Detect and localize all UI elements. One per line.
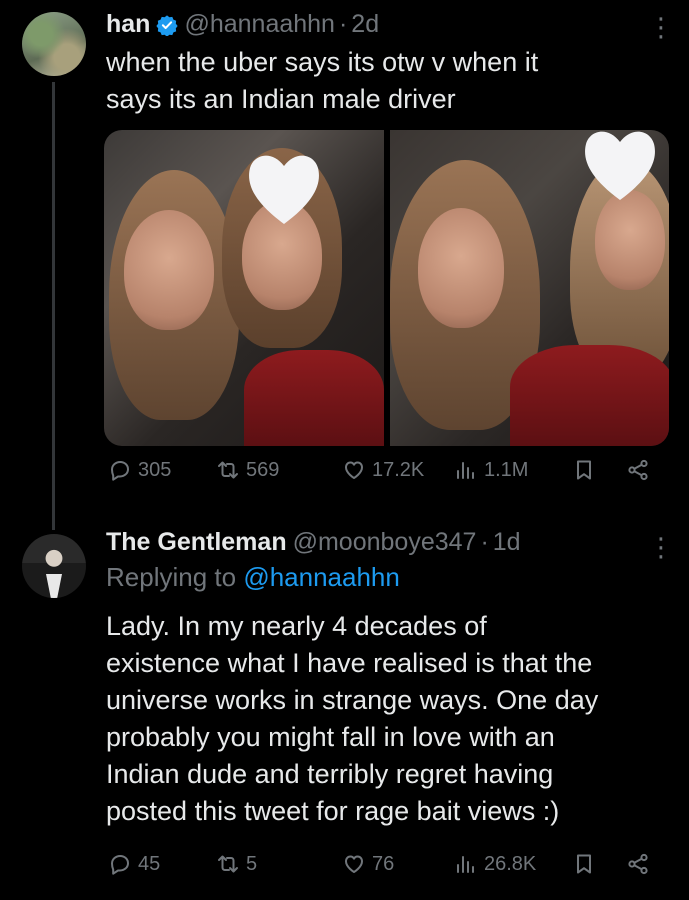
verified-badge-icon — [156, 14, 179, 36]
share-button[interactable] — [626, 852, 650, 876]
reply-header: The Gentleman @moonboye347 · 1d — [106, 528, 521, 557]
views-button[interactable]: 1.1M — [454, 458, 528, 482]
reply-text-line: existence what I have realised is that t… — [106, 648, 593, 678]
reply-count: 305 — [138, 458, 172, 481]
bookmark-icon — [577, 854, 591, 874]
views-button[interactable]: 26.8K — [454, 852, 536, 876]
reply-text: Lady. In my nearly 4 decades of existenc… — [106, 608, 598, 830]
retweet-button[interactable]: 5 — [216, 852, 257, 876]
views-icon — [457, 856, 474, 873]
retweet-count: 569 — [246, 458, 280, 481]
retweet-icon — [218, 855, 238, 873]
replying-to-mention[interactable]: @hannaahhn — [243, 562, 400, 592]
reply-text-line: Indian dude and terribly regret having — [106, 759, 554, 789]
separator-dot: · — [338, 10, 348, 38]
reply-count: 45 — [138, 852, 161, 875]
replying-to: Replying to @hannaahhn — [106, 562, 400, 593]
like-count: 76 — [372, 852, 395, 875]
reply-author-handle[interactable]: @moonboye347 — [293, 528, 477, 557]
thread-connector — [52, 82, 55, 530]
heart-sticker — [584, 131, 655, 200]
reply-icon — [111, 855, 129, 875]
tweet-text: when the uber says its otw v when it say… — [106, 44, 538, 118]
share-icon — [628, 459, 648, 481]
like-icon — [345, 461, 363, 479]
heart-sticker — [249, 155, 319, 224]
like-button[interactable]: 17.2K — [342, 458, 424, 482]
reply-icon — [111, 461, 129, 481]
tweet-header: han @hannaahhn · 2d — [106, 10, 379, 39]
author-handle[interactable]: @hannaahhn — [184, 10, 335, 39]
bookmark-icon — [577, 460, 591, 480]
share-button[interactable] — [626, 458, 650, 482]
author-avatar[interactable] — [22, 12, 86, 76]
reply-text-line: Lady. In my nearly 4 decades of — [106, 611, 487, 641]
reply-button[interactable]: 45 — [108, 852, 160, 876]
more-icon[interactable]: ⋮ — [648, 14, 674, 40]
tweet-text-line: when the uber says its otw v when it — [106, 47, 539, 77]
media-photo-1[interactable] — [104, 130, 384, 446]
like-button[interactable]: 76 — [342, 852, 394, 876]
share-icon — [628, 853, 648, 875]
like-icon — [345, 855, 363, 873]
tweet-time[interactable]: 2d — [351, 10, 379, 39]
reply-text-line: posted this tweet for rage bait views :) — [106, 796, 560, 826]
reply-button[interactable]: 305 — [108, 458, 171, 482]
views-icon — [457, 462, 474, 479]
bookmark-button[interactable] — [572, 852, 596, 876]
retweet-icon — [218, 461, 238, 479]
reply-time[interactable]: 1d — [493, 528, 521, 557]
author-name[interactable]: han — [106, 10, 150, 39]
retweet-count: 5 — [246, 852, 258, 875]
media-photo-2[interactable] — [389, 130, 669, 446]
views-count: 1.1M — [484, 458, 529, 481]
reply-author-avatar[interactable] — [22, 534, 86, 598]
tweet-text-line: says its an Indian male driver — [106, 84, 456, 114]
reply-text-line: probably you might fall in love with an — [106, 722, 555, 752]
replying-to-label: Replying to — [106, 562, 237, 592]
more-icon[interactable]: ⋮ — [648, 534, 674, 560]
tweet-media[interactable] — [104, 130, 669, 446]
reply-author-name[interactable]: The Gentleman — [106, 528, 287, 557]
like-count: 17.2K — [372, 458, 425, 481]
retweet-button[interactable]: 569 — [216, 458, 279, 482]
separator-dot: · — [480, 528, 489, 556]
bookmark-button[interactable] — [572, 458, 596, 482]
reply-text-line: universe works in strange ways. One day — [106, 685, 599, 715]
views-count: 26.8K — [484, 852, 537, 875]
